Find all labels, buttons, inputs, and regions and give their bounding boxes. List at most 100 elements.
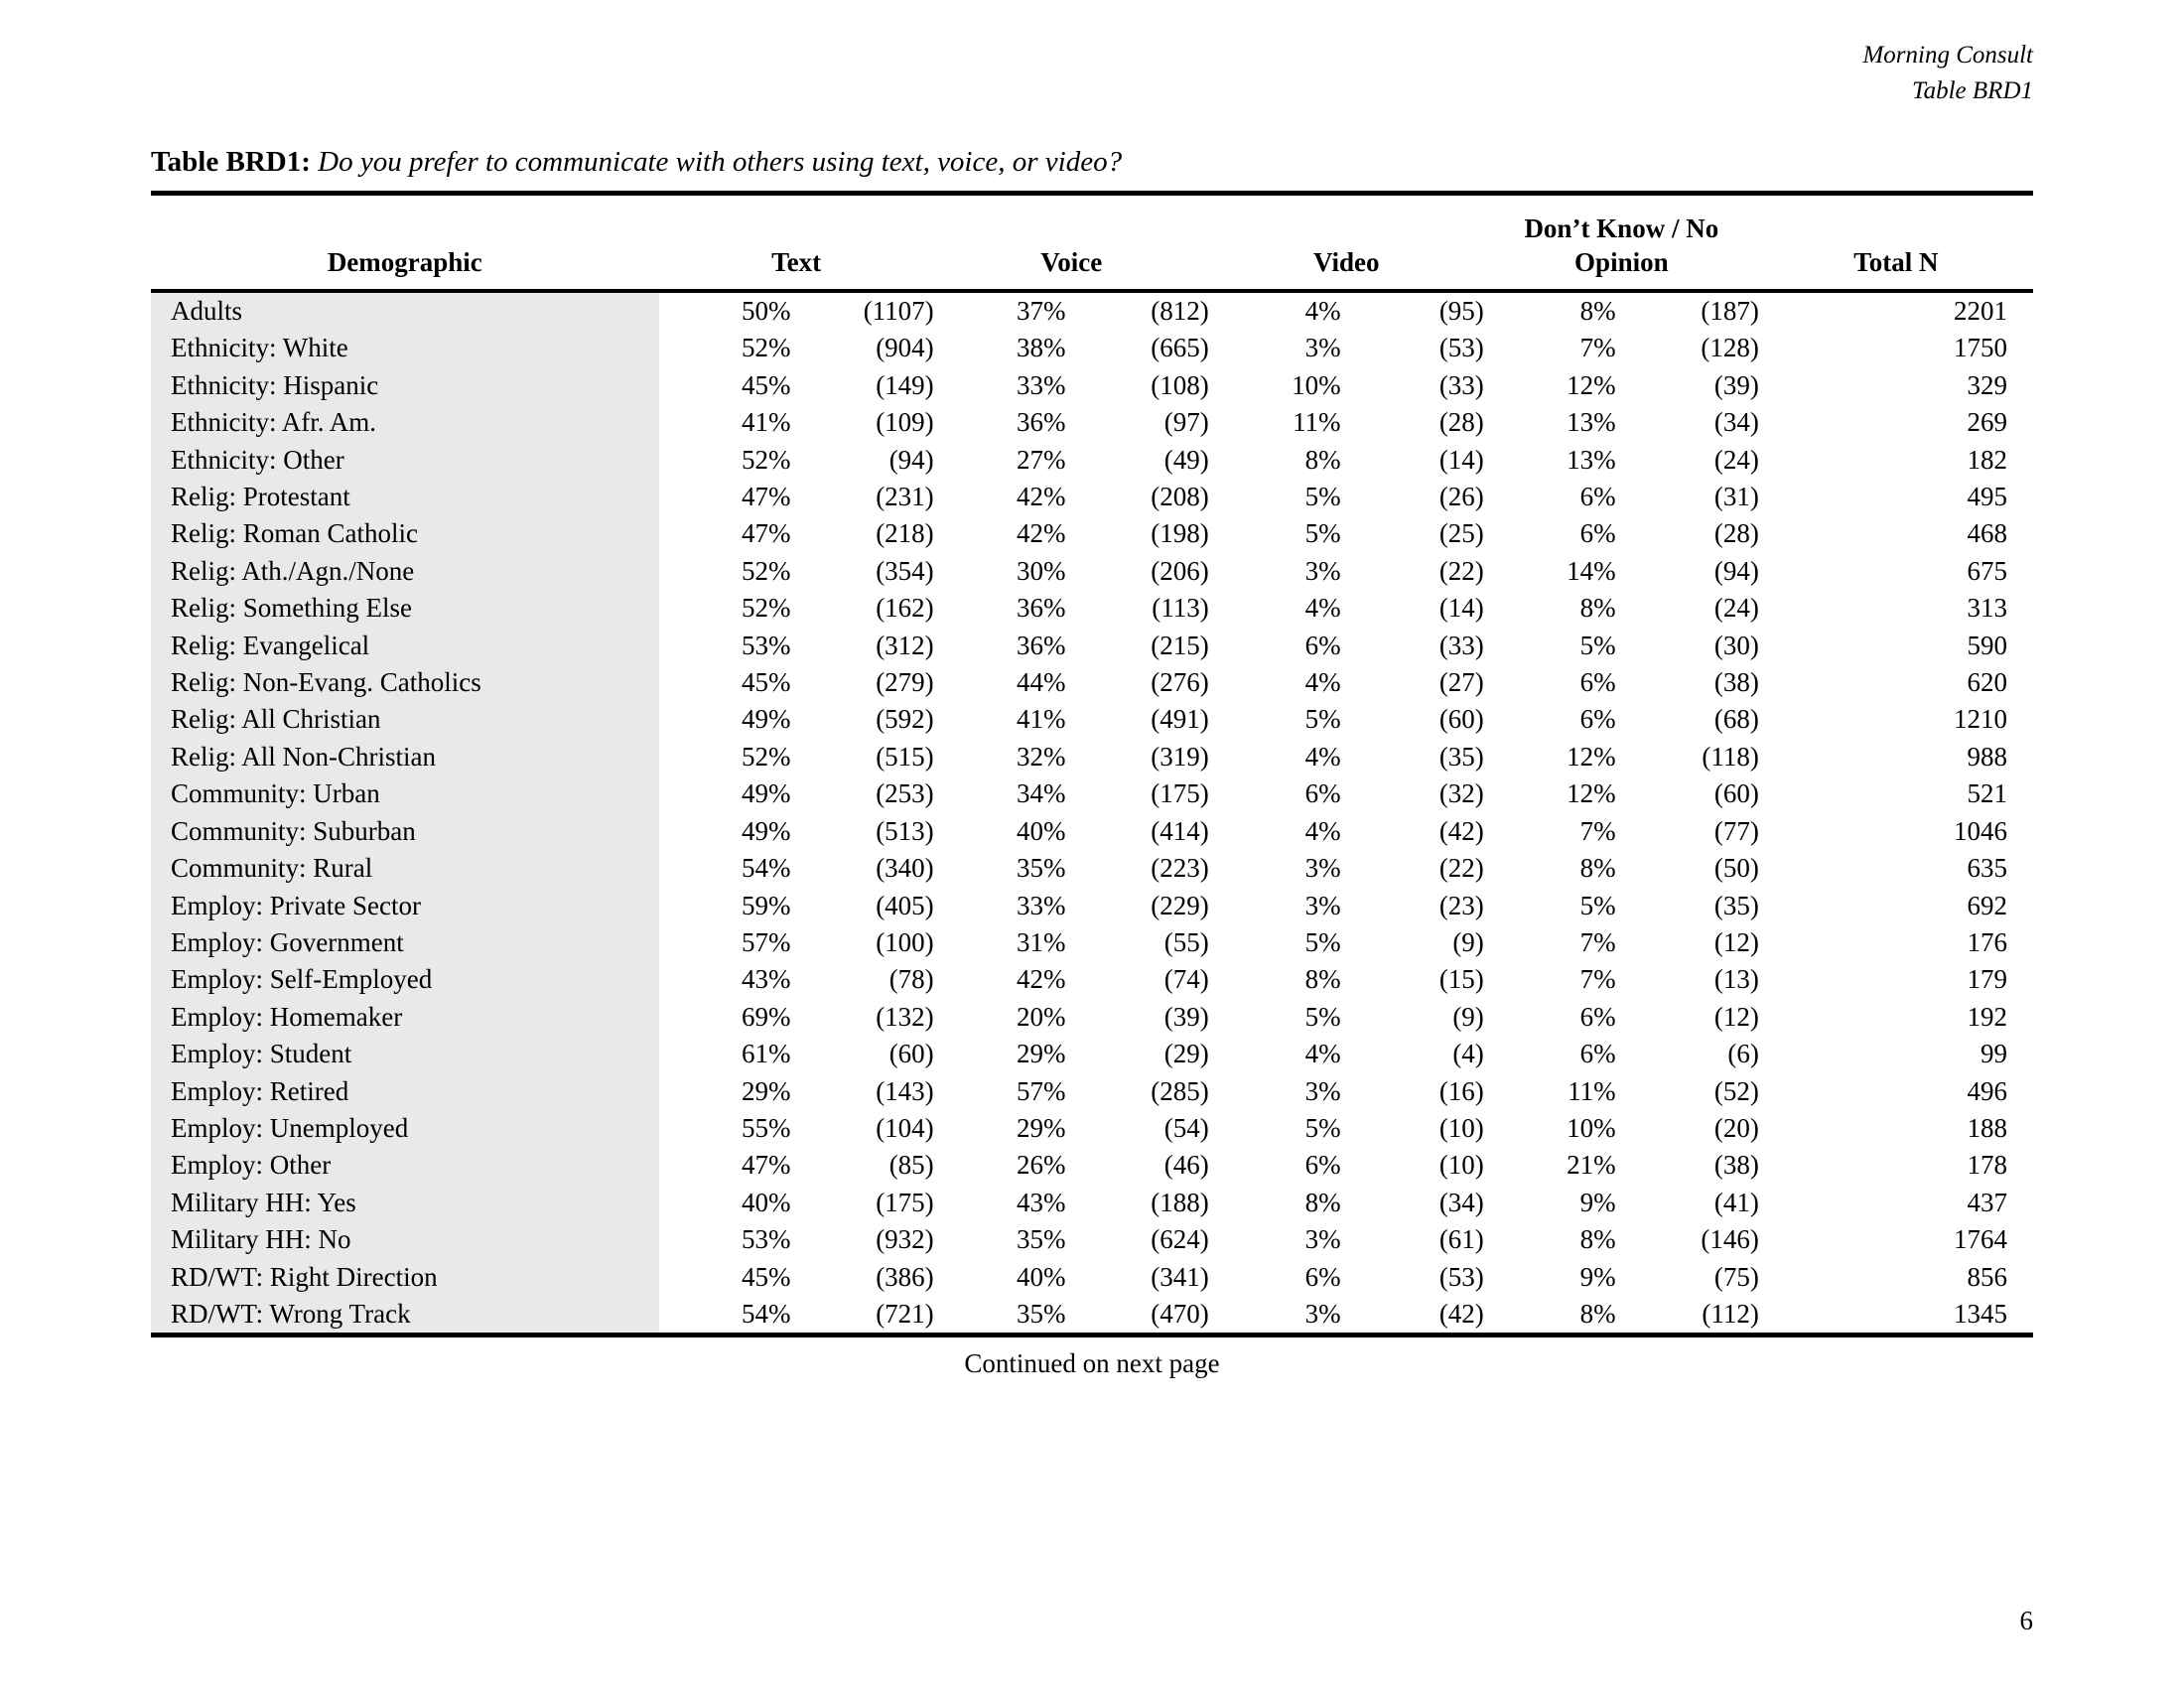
cell-video-pct: 3% xyxy=(1304,1224,1341,1255)
cell-voice-pct: 35% xyxy=(1017,853,1066,884)
cell-dk-pct: 8% xyxy=(1579,296,1616,326)
cell-spacer xyxy=(1759,590,1796,627)
cell-total-n: 1210 xyxy=(1954,704,2007,735)
cell-video-n: (22) xyxy=(1438,853,1484,884)
cell-dk-n: (75) xyxy=(1713,1261,1759,1292)
cell-video-n: (16) xyxy=(1438,1075,1484,1106)
cell-text-n: (721) xyxy=(876,1298,934,1329)
table-row: Community: Urban 49% (253) 34% (175) 6% (32) 12… xyxy=(151,775,2033,813)
cell-video-pct: 4% xyxy=(1304,593,1341,624)
cell-text-n: (904) xyxy=(876,333,934,363)
cell-text-pct: 53% xyxy=(741,1224,791,1255)
cell-voice-pct: 37% xyxy=(1017,296,1066,326)
cell-text-n: (405) xyxy=(876,890,934,920)
cell-dk-pct: 12% xyxy=(1567,778,1616,809)
cell-dk-n: (41) xyxy=(1713,1187,1759,1217)
cell-spacer xyxy=(1759,330,1796,366)
column-header-dont-know: Don’t Know / No Opinion xyxy=(1484,196,1759,289)
cell-video-pct: 3% xyxy=(1304,1075,1341,1106)
cell-voice-pct: 20% xyxy=(1017,1001,1066,1032)
cell-demographic: Employ: Homemaker xyxy=(151,998,659,1037)
cell-voice-n: (49) xyxy=(1163,444,1209,475)
cell-dk-n: (13) xyxy=(1713,964,1759,995)
cell-demographic: Employ: Government xyxy=(151,923,659,962)
cell-video-pct: 4% xyxy=(1304,815,1341,846)
cell-video-n: (14) xyxy=(1438,444,1484,475)
cell-spacer xyxy=(1759,850,1796,887)
cell-spacer xyxy=(1759,553,1796,590)
table-body: Adults 50% (1107) 37% (812) 4% (95) 8% (187) 2201… xyxy=(151,293,2033,1334)
cell-text-n: (175) xyxy=(876,1187,934,1217)
cell-voice-n: (175) xyxy=(1151,778,1209,809)
cell-video-pct: 4% xyxy=(1304,296,1341,326)
cell-video-n: (95) xyxy=(1438,296,1484,326)
cell-total-n: 329 xyxy=(1967,369,2008,400)
cell-dk-pct: 11% xyxy=(1568,1075,1616,1106)
cell-video-n: (15) xyxy=(1438,964,1484,995)
table-header-row: Demographic Text Voice Video Don’t Know … xyxy=(151,196,2033,289)
cell-dk-pct: 6% xyxy=(1579,518,1616,549)
cell-demographic: Employ: Unemployed xyxy=(151,1109,659,1148)
cell-voice-n: (188) xyxy=(1151,1187,1209,1217)
cell-voice-pct: 35% xyxy=(1017,1224,1066,1255)
cell-video-pct: 8% xyxy=(1304,1187,1341,1217)
cell-spacer xyxy=(1759,442,1796,479)
cell-video-n: (53) xyxy=(1438,1261,1484,1292)
cell-dk-pct: 12% xyxy=(1567,741,1616,772)
cell-text-pct: 54% xyxy=(741,853,791,884)
cell-voice-n: (319) xyxy=(1151,741,1209,772)
cell-video-n: (61) xyxy=(1438,1224,1484,1255)
cell-voice-pct: 40% xyxy=(1017,815,1066,846)
cell-demographic: Employ: Student xyxy=(151,1036,659,1073)
cell-demographic: Community: Suburban xyxy=(151,812,659,851)
column-header-video: Video xyxy=(1313,247,1380,277)
cell-video-n: (22) xyxy=(1438,555,1484,586)
cell-spacer xyxy=(1759,813,1796,850)
cell-dk-n: (24) xyxy=(1713,593,1759,624)
cell-voice-n: (665) xyxy=(1151,333,1209,363)
cell-text-n: (354) xyxy=(876,555,934,586)
cell-dk-n: (6) xyxy=(1727,1039,1759,1069)
cell-demographic: Relig: Ath./Agn./None xyxy=(151,552,659,591)
cell-voice-pct: 33% xyxy=(1017,369,1066,400)
cell-voice-pct: 36% xyxy=(1017,407,1066,438)
cell-text-pct: 55% xyxy=(741,1112,791,1143)
cell-voice-pct: 42% xyxy=(1017,518,1066,549)
cell-total-n: 468 xyxy=(1967,518,2008,549)
cell-text-n: (231) xyxy=(876,482,934,512)
cell-dk-n: (38) xyxy=(1713,667,1759,698)
cell-voice-pct: 43% xyxy=(1017,1187,1066,1217)
table-row: Community: Rural 54% (340) 35% (223) 3% (22) 8%… xyxy=(151,850,2033,888)
cell-dk-pct: 9% xyxy=(1579,1187,1616,1217)
cell-dk-n: (50) xyxy=(1713,853,1759,884)
cell-voice-pct: 57% xyxy=(1017,1075,1066,1106)
cell-voice-n: (414) xyxy=(1151,815,1209,846)
cell-text-pct: 50% xyxy=(741,296,791,326)
cell-video-n: (27) xyxy=(1438,667,1484,698)
cell-video-n: (10) xyxy=(1438,1112,1484,1143)
table-rule-bottom xyxy=(151,1333,2033,1338)
cell-voice-pct: 41% xyxy=(1017,704,1066,735)
cell-spacer xyxy=(1759,775,1796,812)
cell-video-pct: 3% xyxy=(1304,890,1341,920)
cell-demographic: Adults xyxy=(151,293,659,331)
table-row: Ethnicity: Afr. Am. 41% (109) 36% (97) 11% (28… xyxy=(151,404,2033,442)
table-caption: Table BRD1: Do you prefer to communicate… xyxy=(151,144,2033,180)
cell-video-n: (34) xyxy=(1438,1187,1484,1217)
cell-total-n: 182 xyxy=(1967,444,2008,475)
cell-text-pct: 49% xyxy=(741,704,791,735)
cell-text-n: (592) xyxy=(876,704,934,735)
cell-voice-n: (208) xyxy=(1151,482,1209,512)
cell-text-pct: 69% xyxy=(741,1001,791,1032)
running-head-publisher: Morning Consult xyxy=(1862,42,2033,69)
continued-note: Continued on next page xyxy=(964,1348,1220,1378)
cell-video-n: (32) xyxy=(1438,778,1484,809)
table-row: Ethnicity: Other 52% (94) 27% (49) 8% (14) 13% (… xyxy=(151,441,2033,480)
table-header: Demographic Text Voice Video Don’t Know … xyxy=(151,191,2033,293)
cell-spacer xyxy=(1759,739,1796,775)
cell-dk-n: (38) xyxy=(1713,1150,1759,1181)
cell-spacer xyxy=(1759,367,1796,404)
cell-spacer xyxy=(1759,628,1796,664)
table-row: Employ: Homemaker 69% (132) 20% (39) 5% (9) 6% (… xyxy=(151,998,2033,1037)
table-row: Employ: Other 47% (85) 26% (46) 6% (10) 21% (38)… xyxy=(151,1147,2033,1185)
